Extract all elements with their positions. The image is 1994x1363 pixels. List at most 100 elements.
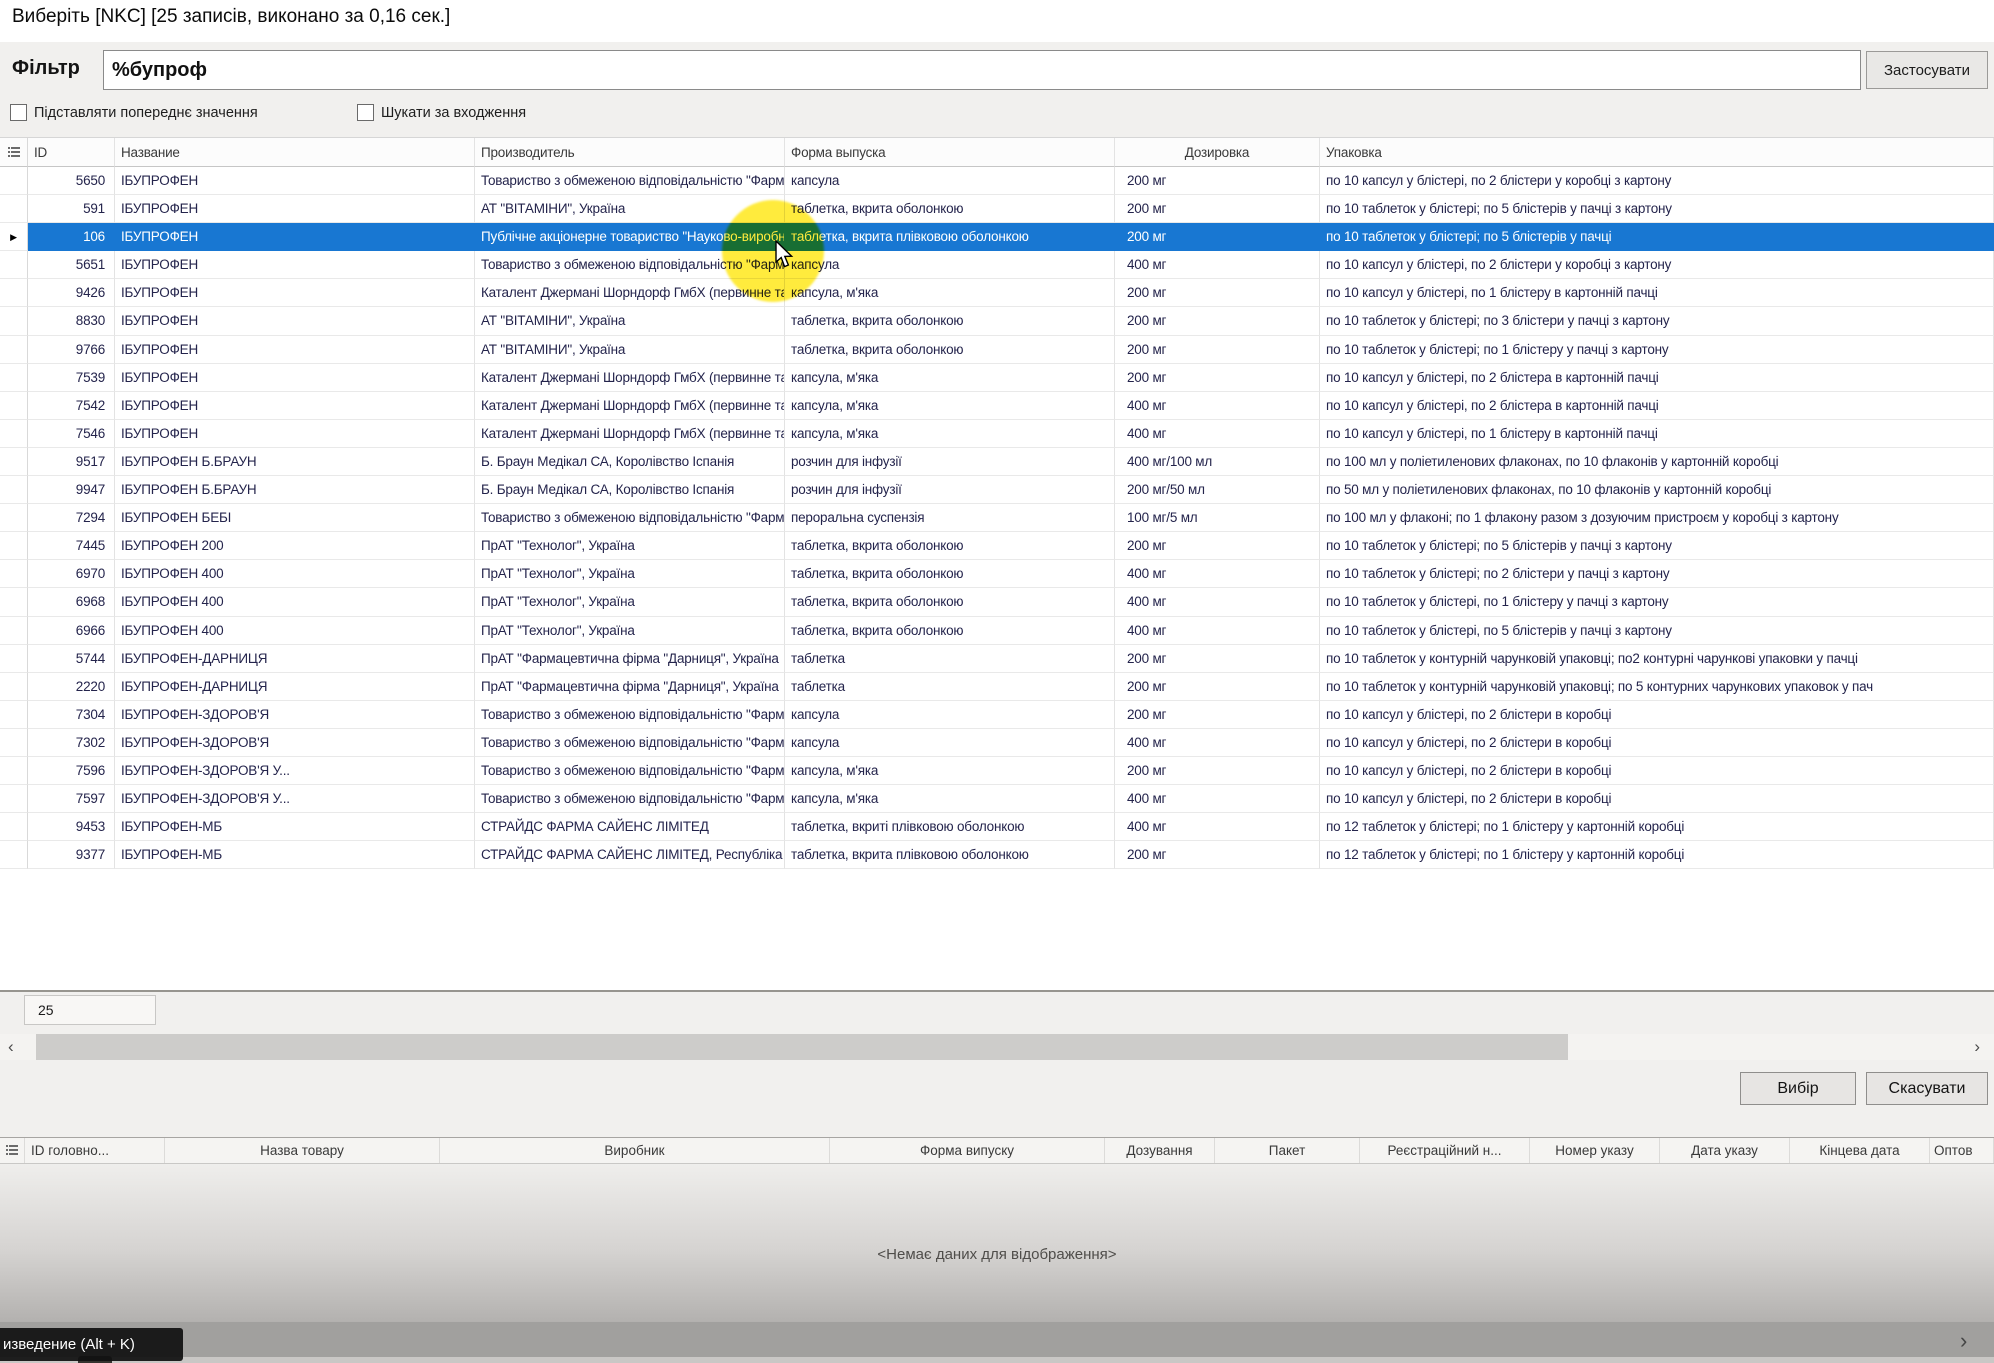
cell[interactable]: капсула (785, 729, 1115, 757)
cell[interactable]: ІБУПРОФЕН 200 (115, 532, 475, 560)
cell[interactable]: 7597 (28, 785, 115, 813)
column-header[interactable]: Форма выпуска (785, 138, 1115, 167)
cell[interactable]: 400 мг (1115, 420, 1320, 448)
cell[interactable]: Публічне акціонерне товариство "Науково-… (475, 223, 785, 251)
cell[interactable]: Товариство з обмеженою відповідальністю … (475, 251, 785, 279)
table-row[interactable]: 7542ІБУПРОФЕНКаталент Джермані Шорндорф … (0, 392, 1994, 420)
cell[interactable]: ІБУПРОФЕН (115, 392, 475, 420)
table-row[interactable]: 6966ІБУПРОФЕН 400ПрАТ "Технолог", Україн… (0, 617, 1994, 645)
cell[interactable]: таблетка (785, 645, 1115, 673)
cell[interactable]: 5651 (28, 251, 115, 279)
cell[interactable]: ІБУПРОФЕН БЕБІ (115, 504, 475, 532)
cell[interactable]: капсула, м'яка (785, 392, 1115, 420)
table-row[interactable]: 6970ІБУПРОФЕН 400ПрАТ "Технолог", Україн… (0, 560, 1994, 588)
cell[interactable]: 200 мг/50 мл (1115, 476, 1320, 504)
cell[interactable]: 200 мг (1115, 757, 1320, 785)
cell[interactable]: СТРАЙДС ФАРМА САЙЕНС ЛІМІТЕД, Республіка… (475, 841, 785, 869)
cell[interactable]: капсула, м'яка (785, 364, 1115, 392)
cell[interactable]: капсула, м'яка (785, 757, 1115, 785)
cell[interactable]: по 10 таблеток у контурній чарунковій уп… (1320, 673, 1994, 701)
cell[interactable]: ІБУПРОФЕН (115, 251, 475, 279)
cell[interactable]: по 12 таблеток у блістері; по 1 блістеру… (1320, 841, 1994, 869)
cell[interactable]: 9426 (28, 279, 115, 307)
cell[interactable]: Товариство з обмеженою відповідальністю … (475, 504, 785, 532)
cell[interactable]: таблетка, вкрита оболонкою (785, 532, 1115, 560)
table-row[interactable]: 7304ІБУПРОФЕН-ЗДОРОВ'ЯТовариство з обмеж… (0, 701, 1994, 729)
cell[interactable]: 591 (28, 195, 115, 223)
cell[interactable]: ІБУПРОФЕН (115, 420, 475, 448)
table-row[interactable]: 9517ІБУПРОФЕН Б.БРАУНБ. Браун Медікал СА… (0, 448, 1994, 476)
cell[interactable]: ІБУПРОФЕН (115, 223, 475, 251)
table-row[interactable]: 9453ІБУПРОФЕН-МБСТРАЙДС ФАРМА САЙЕНС ЛІМ… (0, 813, 1994, 841)
cell[interactable]: капсула, м'яка (785, 785, 1115, 813)
cell[interactable]: ІБУПРОФЕН 400 (115, 588, 475, 616)
table-row[interactable]: 5650ІБУПРОФЕНТовариство з обмеженою відп… (0, 167, 1994, 195)
cell[interactable]: ПрАТ "Фармацевтична фірма "Дарниця", Укр… (475, 673, 785, 701)
cell[interactable]: по 12 таблеток у блістері; по 1 блістеру… (1320, 813, 1994, 841)
cell[interactable]: по 100 мл у поліетиленових флаконах, по … (1320, 448, 1994, 476)
column-header[interactable]: Номер указу (1530, 1138, 1660, 1163)
cell[interactable]: 7542 (28, 392, 115, 420)
cell[interactable]: 400 мг (1115, 251, 1320, 279)
cell[interactable]: 6966 (28, 617, 115, 645)
cancel-button[interactable]: Скасувати (1866, 1072, 1988, 1105)
cell[interactable]: 9947 (28, 476, 115, 504)
table-row[interactable]: 5651ІБУПРОФЕНТовариство з обмеженою відп… (0, 251, 1994, 279)
table-row[interactable]: 7539ІБУПРОФЕНКаталент Джермані Шорндорф … (0, 364, 1994, 392)
cell[interactable]: 200 мг (1115, 223, 1320, 251)
cell[interactable]: 7445 (28, 532, 115, 560)
cell[interactable]: ІБУПРОФЕН (115, 167, 475, 195)
cell[interactable]: ПрАТ "Технолог", Україна (475, 617, 785, 645)
table-row[interactable]: 591ІБУПРОФЕНАТ "ВІТАМІНИ", Українатаблет… (0, 195, 1994, 223)
column-header[interactable]: Виробник (440, 1138, 830, 1163)
scroll-right-icon[interactable]: › (1974, 1035, 1980, 1059)
cell[interactable]: таблетка, вкрита плівковою оболонкою (785, 841, 1115, 869)
cell[interactable]: 400 мг (1115, 560, 1320, 588)
cell[interactable]: по 10 таблеток у контурній чарунковій уп… (1320, 645, 1994, 673)
cell[interactable]: по 10 капсул у блістері, по 2 блістера в… (1320, 392, 1994, 420)
column-header[interactable]: Кінцева дата (1790, 1138, 1930, 1163)
cell[interactable]: капсула (785, 701, 1115, 729)
scrollbar-thumb[interactable] (36, 1034, 1568, 1060)
cell[interactable]: ІБУПРОФЕН-ДАРНИЦЯ (115, 673, 475, 701)
cell[interactable]: капсула, м'яка (785, 279, 1115, 307)
column-header[interactable]: Назва товару (165, 1138, 440, 1163)
column-chooser-icon[interactable] (0, 1138, 25, 1163)
cell[interactable]: Каталент Джермані Шорндорф ГмбХ (первинн… (475, 279, 785, 307)
column-header[interactable]: Оптов (1930, 1138, 1994, 1163)
cell[interactable]: ІБУПРОФЕН-ЗДОРОВ'Я У... (115, 785, 475, 813)
cell[interactable]: по 50 мл у поліетиленових флаконах, по 1… (1320, 476, 1994, 504)
cell[interactable]: розчин для інфузії (785, 448, 1115, 476)
cell[interactable]: по 10 капсул у блістері, по 1 блістеру в… (1320, 279, 1994, 307)
cell[interactable]: таблетка, вкрита оболонкою (785, 336, 1115, 364)
column-header[interactable]: Дозування (1105, 1138, 1215, 1163)
cell[interactable]: ІБУПРОФЕН (115, 336, 475, 364)
column-header[interactable]: Производитель (475, 138, 785, 167)
table-row[interactable]: 9426ІБУПРОФЕНКаталент Джермані Шорндорф … (0, 279, 1994, 307)
cell[interactable]: 5744 (28, 645, 115, 673)
cell[interactable]: Каталент Джермані Шорндорф ГмбХ (первинн… (475, 392, 785, 420)
column-header[interactable]: Пакет (1215, 1138, 1360, 1163)
cell[interactable]: капсула (785, 251, 1115, 279)
chevron-right-icon[interactable]: › (1960, 1328, 1967, 1354)
cell[interactable]: по 10 таблеток у блістері; по 1 блістеру… (1320, 336, 1994, 364)
cell[interactable]: 200 мг (1115, 195, 1320, 223)
table-row[interactable]: 7445ІБУПРОФЕН 200ПрАТ "Технолог", Україн… (0, 532, 1994, 560)
cell[interactable]: по 10 капсул у блістері, по 2 блістера в… (1320, 364, 1994, 392)
scroll-left-icon[interactable]: ‹ (8, 1035, 14, 1059)
cell[interactable]: 6970 (28, 560, 115, 588)
cell[interactable]: 400 мг (1115, 392, 1320, 420)
column-chooser-icon[interactable] (0, 138, 28, 167)
table-row[interactable]: 6968ІБУПРОФЕН 400ПрАТ "Технолог", Україн… (0, 588, 1994, 616)
cell[interactable]: 7294 (28, 504, 115, 532)
cell[interactable]: ПрАТ "Технолог", Україна (475, 588, 785, 616)
column-header[interactable]: Дата указу (1660, 1138, 1790, 1163)
cell[interactable]: по 10 таблеток у блістері; по 5 блістері… (1320, 223, 1994, 251)
table-row[interactable]: 8830ІБУПРОФЕНАТ "ВІТАМІНИ", Українатабле… (0, 307, 1994, 335)
checkbox-box[interactable] (357, 104, 374, 121)
cell[interactable]: 7596 (28, 757, 115, 785)
cell[interactable]: 200 мг (1115, 645, 1320, 673)
cell[interactable]: СТРАЙДС ФАРМА САЙЕНС ЛІМІТЕД (475, 813, 785, 841)
table-row[interactable]: 7294ІБУПРОФЕН БЕБІТовариство з обмеженою… (0, 504, 1994, 532)
cell[interactable]: по 10 капсул у блістері, по 1 блістеру в… (1320, 420, 1994, 448)
